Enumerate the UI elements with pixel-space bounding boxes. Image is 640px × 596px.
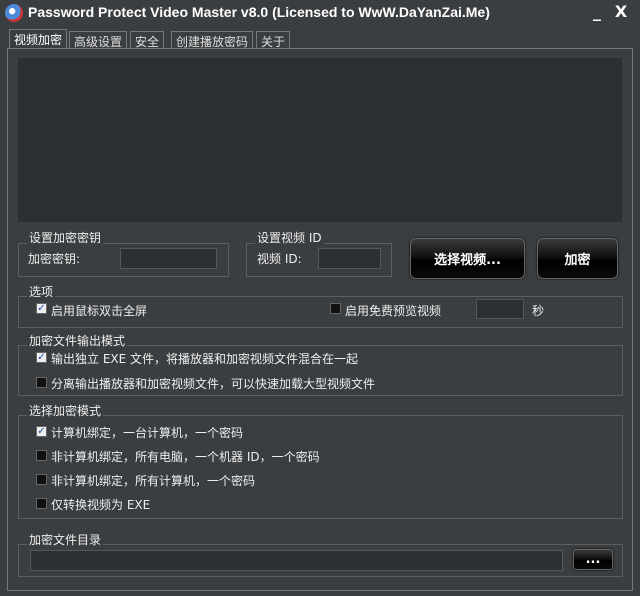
- id-group-title: 设置视频 ID: [255, 229, 324, 246]
- fullscreen-checkbox[interactable]: ✓: [36, 303, 47, 314]
- encrypt-button[interactable]: 加密: [537, 238, 618, 279]
- browse-button[interactable]: ...: [573, 549, 613, 570]
- tab-security[interactable]: 安全: [130, 31, 165, 49]
- mode-machine-id-radio[interactable]: [36, 450, 47, 461]
- output-mode-title: 加密文件输出模式: [27, 332, 128, 349]
- mode-all-computers-label: 非计算机绑定，所有计算机，一个密码: [51, 474, 256, 488]
- key-input[interactable]: [120, 248, 217, 269]
- tab-advanced[interactable]: 高级设置: [69, 31, 128, 49]
- output-exe-label: 输出独立 EXE 文件，将播放器和加密视频文件混合在一起: [51, 352, 359, 366]
- mode-computer-bound-label: 计算机绑定，一台计算机，一个密码: [51, 426, 244, 440]
- mode-convert-only-label: 仅转换视频为 EXE: [51, 498, 151, 512]
- preview-seconds-input[interactable]: [476, 299, 524, 319]
- tab-video-encrypt[interactable]: 视频加密: [9, 29, 68, 49]
- mode-machine-id-label: 非计算机绑定，所有电脑，一个机器 ID，一个密码: [51, 450, 320, 464]
- options-group-title: 选项: [27, 283, 56, 300]
- tab-about[interactable]: 关于: [256, 31, 291, 49]
- minimize-button[interactable]: _: [587, 2, 607, 21]
- window-title: Password Protect Video Master v8.0 (Lice…: [28, 4, 490, 20]
- output-exe-radio[interactable]: ✓: [36, 352, 47, 363]
- output-separate-radio[interactable]: [36, 377, 47, 388]
- output-dir-title: 加密文件目录: [27, 531, 104, 548]
- key-group-title: 设置加密密钥: [27, 229, 104, 246]
- preview-label: 启用免费预览视频: [345, 304, 442, 318]
- tab-create-play-password[interactable]: 创建播放密码: [171, 31, 254, 49]
- id-label: 视频 ID:: [257, 252, 302, 266]
- output-dir-input[interactable]: [30, 550, 563, 571]
- app-icon: [5, 4, 23, 22]
- output-separate-label: 分离输出播放器和加密视频文件，可以快速加载大型视频文件: [51, 377, 376, 391]
- mode-all-computers-radio[interactable]: [36, 474, 47, 485]
- key-label: 加密密钥:: [28, 252, 81, 266]
- close-button[interactable]: X: [611, 2, 631, 21]
- preview-checkbox[interactable]: [330, 303, 341, 314]
- video-id-input[interactable]: [318, 248, 381, 269]
- fullscreen-label: 启用鼠标双击全屏: [51, 304, 148, 318]
- seconds-unit: 秒: [532, 304, 545, 318]
- select-video-button[interactable]: 选择视频...: [410, 238, 525, 279]
- encrypt-mode-title: 选择加密模式: [27, 402, 104, 419]
- mode-computer-bound-radio[interactable]: ✓: [36, 426, 47, 437]
- mode-convert-only-radio[interactable]: [36, 498, 47, 509]
- video-preview-area: [18, 58, 622, 222]
